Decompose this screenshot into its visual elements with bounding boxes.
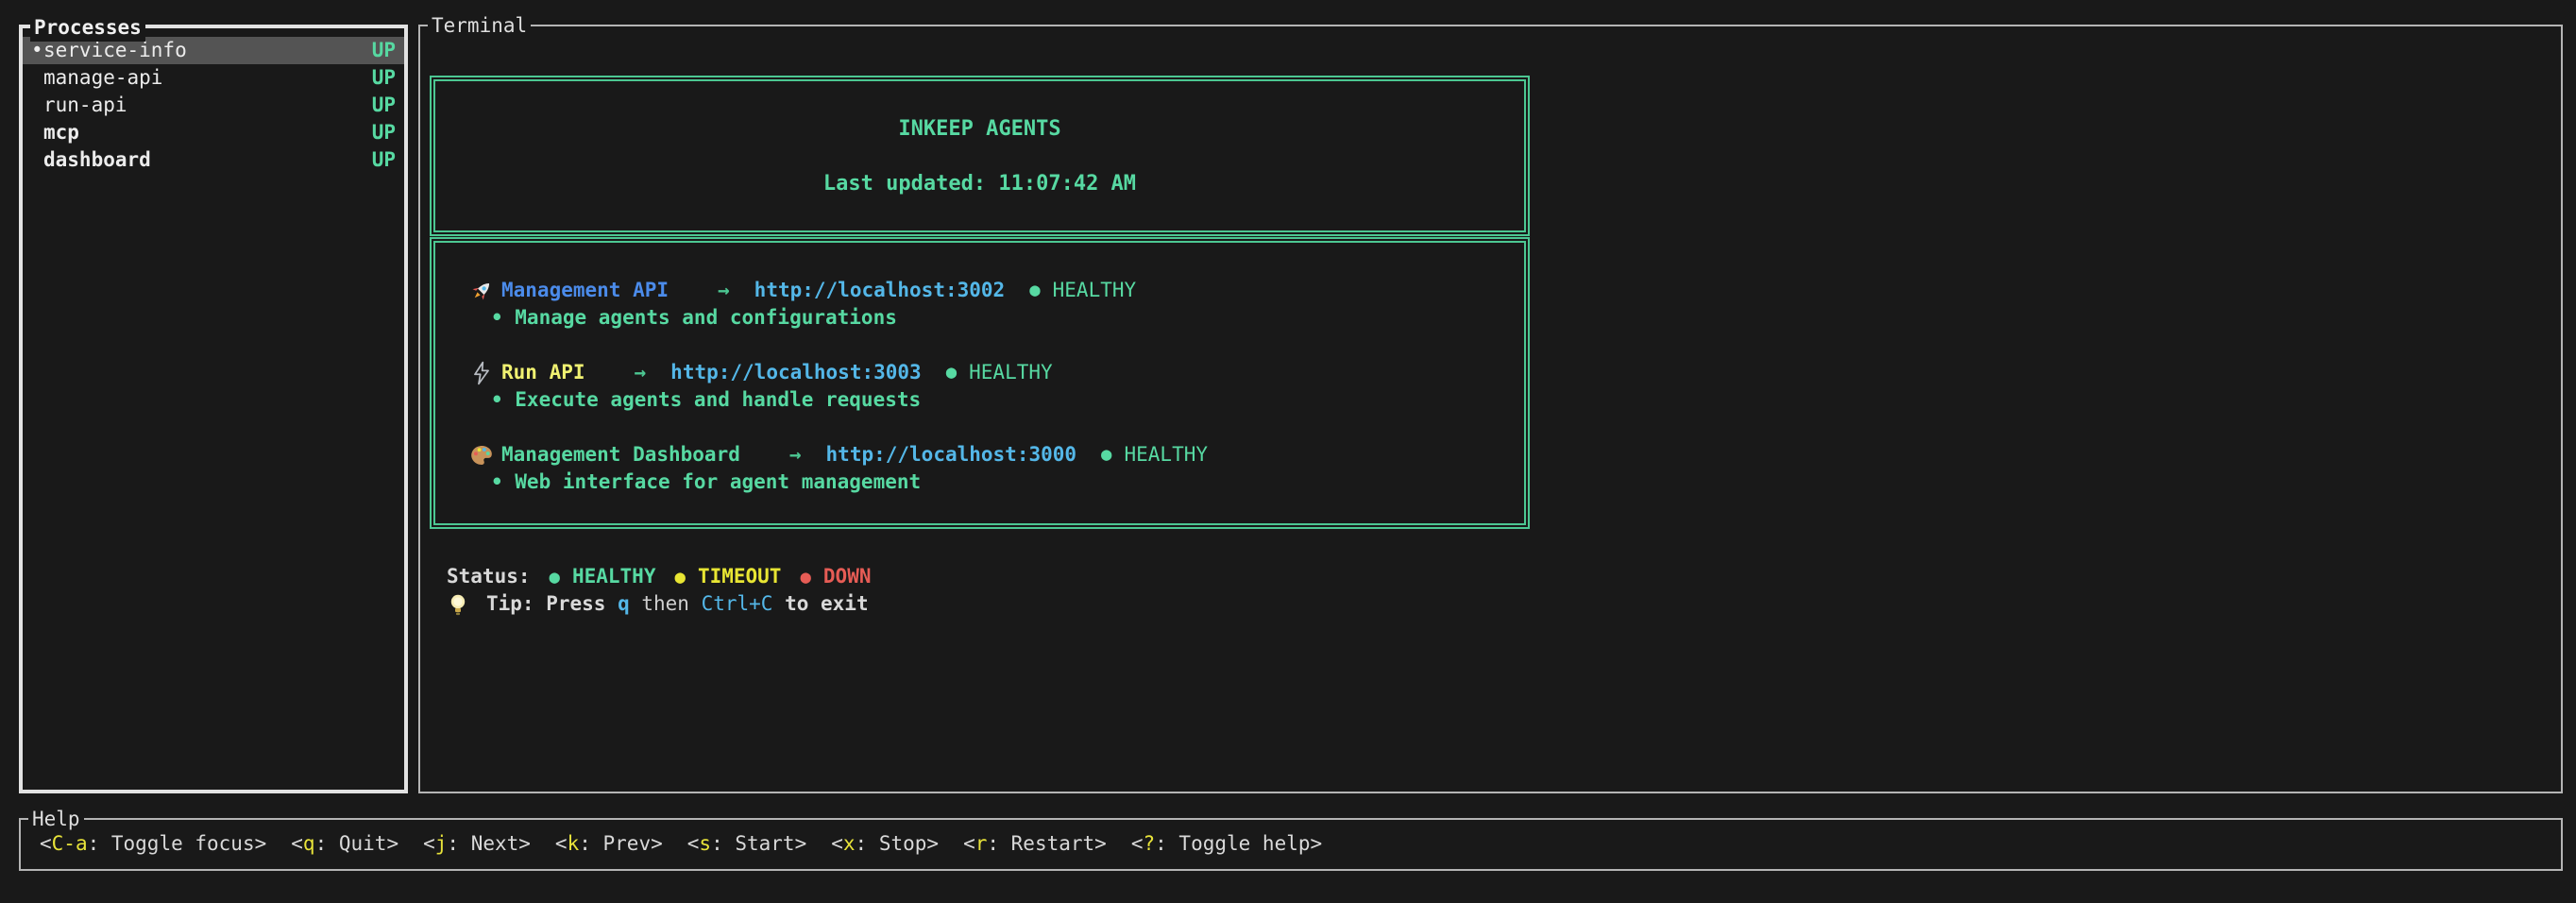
help-key: C-a	[52, 832, 88, 855]
health-dot-icon: ●	[946, 359, 957, 386]
lightbulb-icon	[447, 592, 486, 617]
lightning-icon	[469, 361, 501, 385]
help-label: : Prev	[579, 832, 651, 855]
service-description: • Manage agents and configurations	[491, 304, 1524, 332]
process-name: manage-api	[43, 64, 372, 92]
help-keybinding: <r: Restart>	[963, 820, 1107, 867]
service-url[interactable]: http://localhost:3000	[826, 441, 1077, 469]
process-row[interactable]: dashboard UP	[23, 146, 404, 174]
process-status-badge: UP	[372, 64, 396, 92]
process-status-badge: UP	[372, 146, 396, 174]
banner-title: INKEEP AGENTS	[898, 115, 1060, 143]
help-keybinding: <x: Stop>	[831, 820, 939, 867]
service-entry: Run API → http://localhost:3003 ● HEALTH…	[469, 359, 1524, 414]
arrow-icon: →	[718, 277, 730, 304]
banner-box: INKEEP AGENTS Last updated: 11:07:42 AM	[430, 76, 1530, 236]
help-keybinding: <?: Toggle help>	[1131, 820, 1322, 867]
process-status-badge: UP	[372, 119, 396, 146]
help-key: j	[435, 832, 448, 855]
process-row[interactable]: run-api UP	[23, 92, 404, 119]
status-dot-icon: ●	[800, 567, 810, 588]
help-label: : Quit	[315, 832, 387, 855]
service-health: HEALTHY	[1125, 441, 1209, 469]
status-legend-entry: ● TIMEOUT	[655, 563, 781, 591]
help-label: : Restart	[987, 832, 1094, 855]
services-box: Management API → http://localhost:3002 ●…	[430, 237, 1530, 529]
status-dot-icon: ●	[674, 567, 685, 588]
process-row[interactable]: mcp UP	[23, 119, 404, 146]
help-key: s	[699, 832, 711, 855]
arrow-icon: →	[789, 441, 802, 469]
help-label: : Start	[711, 832, 795, 855]
status-legend-text: HEALTHY	[572, 565, 656, 588]
help-label: : Next	[447, 832, 518, 855]
process-row[interactable]: manage-api UP	[23, 64, 404, 92]
service-description: • Web interface for agent management	[491, 469, 1524, 496]
service-entry: Management Dashboard → http://localhost:…	[469, 441, 1524, 496]
service-health: HEALTHY	[1053, 277, 1137, 304]
status-legend-entry: ● HEALTHY	[531, 563, 656, 591]
help-key: k	[568, 832, 580, 855]
status-legend-text: DOWN	[823, 565, 872, 588]
banner-last-updated: Last updated: 11:07:42 AM	[823, 170, 1136, 197]
status-dot-icon: ●	[550, 567, 560, 588]
service-url[interactable]: http://localhost:3003	[670, 359, 922, 386]
help-panel-title: Help	[28, 805, 84, 833]
help-keybinding: <k: Prev>	[555, 820, 663, 867]
status-legend: Status: ● HEALTHY ● TIMEOUT ● DOWN	[447, 563, 871, 590]
help-keybinding: <s: Start>	[687, 820, 806, 867]
service-health: HEALTHY	[969, 359, 1053, 386]
service-name: Management Dashboard	[501, 441, 740, 469]
tip-line: Tip: Press q then Ctrl+C to exit	[447, 590, 869, 618]
service-name: Run API	[501, 359, 585, 386]
processes-panel-title: Processes	[30, 13, 145, 42]
process-list: • service-info UP manage-api UP run-api …	[23, 28, 404, 174]
process-name: mcp	[43, 119, 372, 146]
service-entry: Management API → http://localhost:3002 ●…	[469, 277, 1524, 332]
help-key: ?	[1143, 832, 1155, 855]
tip-text: Tip: Press q then Ctrl+C to exit	[486, 590, 869, 618]
process-name: dashboard	[43, 146, 372, 174]
help-key: x	[843, 832, 856, 855]
help-panel: Help <C-a: Toggle focus> <q: Quit> <j: N…	[19, 818, 2563, 871]
status-legend-label: Status:	[447, 563, 531, 590]
help-keybinding: <j: Next>	[423, 820, 531, 867]
status-legend-text: TIMEOUT	[698, 565, 782, 588]
status-legend-entry: ● DOWN	[781, 563, 871, 591]
service-name: Management API	[501, 277, 669, 304]
help-keybinding: <q: Quit>	[291, 820, 398, 867]
help-key: q	[303, 832, 315, 855]
health-dot-icon: ●	[1029, 277, 1040, 304]
service-url[interactable]: http://localhost:3002	[754, 277, 1006, 304]
process-status-badge: UP	[372, 37, 396, 64]
terminal-panel: Terminal INKEEP AGENTS Last updated: 11:…	[418, 25, 2563, 793]
rocket-icon	[469, 279, 501, 303]
process-status-badge: UP	[372, 92, 396, 119]
processes-panel: Processes • service-info UP manage-api U…	[19, 25, 408, 793]
tui-screen: { "colors": { "background": "#191919", "…	[0, 0, 2576, 903]
service-description: • Execute agents and handle requests	[491, 386, 1524, 414]
terminal-panel-title: Terminal	[428, 11, 531, 40]
process-name: run-api	[43, 92, 372, 119]
help-label: : Stop	[856, 832, 927, 855]
help-label: : Toggle focus	[88, 832, 255, 855]
arrow-icon: →	[635, 359, 647, 386]
palette-icon	[469, 443, 501, 468]
health-dot-icon: ●	[1101, 441, 1111, 469]
help-label: : Toggle help	[1155, 832, 1310, 855]
help-key: r	[975, 832, 988, 855]
help-keybindings: <C-a: Toggle focus> <q: Quit> <j: Next> …	[21, 820, 2561, 867]
